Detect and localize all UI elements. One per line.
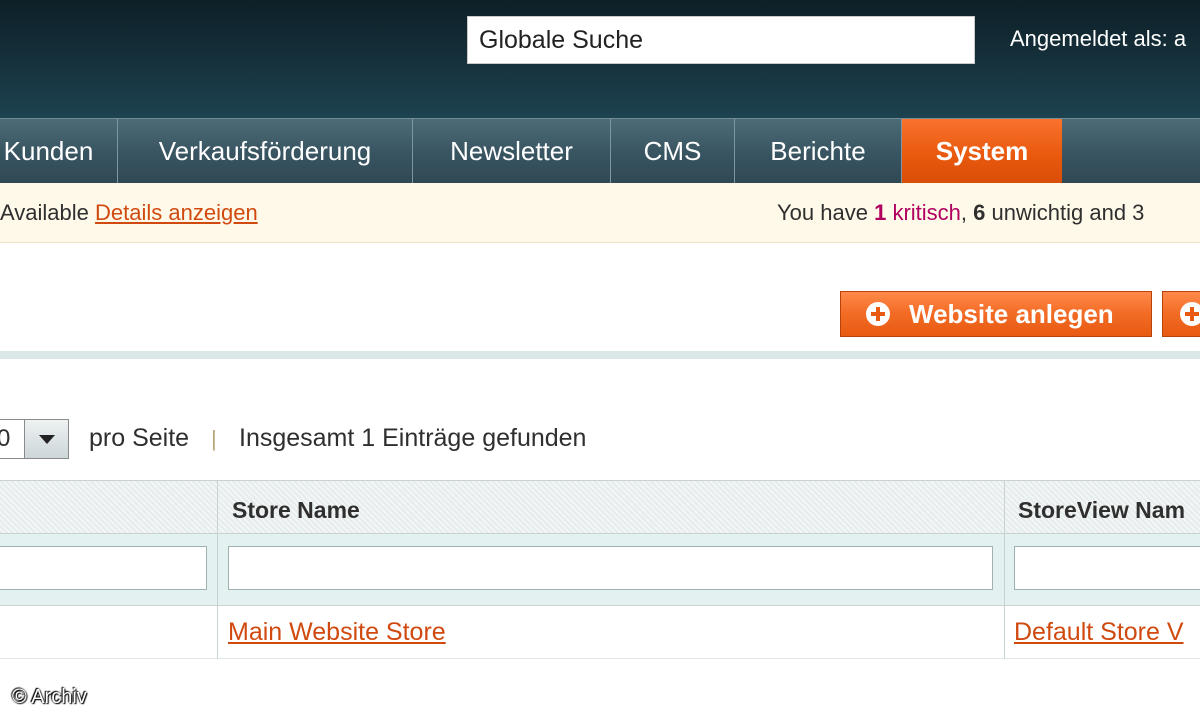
system-message-bar: Available Details anzeigen You have 1 kr… — [0, 183, 1200, 243]
storeview-name-filter-input[interactable] — [1014, 546, 1200, 590]
add-circle-icon — [866, 302, 890, 326]
archive-watermark: © Archiv — [12, 686, 87, 708]
nav-item-berichte[interactable]: Berichte — [735, 119, 902, 183]
chevron-down-icon[interactable] — [24, 420, 68, 458]
notice-prefix: You have — [777, 200, 868, 225]
per-page-select[interactable]: 0 — [0, 419, 69, 459]
add-circle-icon — [1180, 302, 1200, 326]
global-search-input[interactable]: Globale Suche — [467, 16, 975, 64]
notice-right: You have 1 kritisch, 6 unwichtig and 3 — [777, 200, 1144, 226]
critical-count: 1 — [874, 200, 887, 225]
column-divider — [217, 480, 218, 659]
storeview-name-link[interactable]: Default Store V — [1014, 618, 1184, 647]
nav-item-system[interactable]: System — [902, 119, 1062, 183]
nav-item-cms[interactable]: CMS — [611, 119, 735, 183]
nav-item-kunden[interactable]: Kunden — [0, 119, 118, 183]
notice-available-text: Available — [0, 200, 89, 225]
minor-count: 6 — [973, 200, 986, 225]
website-filter-input[interactable] — [0, 546, 207, 590]
content-divider — [0, 351, 1200, 359]
column-header-store-name[interactable]: Store Name — [232, 497, 360, 524]
column-header-storeview-name[interactable]: StoreView Nam — [1018, 497, 1185, 524]
column-divider — [1004, 480, 1005, 659]
notice-comma: , — [960, 200, 968, 225]
add-website-label: Website anlegen — [909, 299, 1114, 329]
nav-item-verkaufsfoerderung[interactable]: Verkaufsförderung — [118, 119, 413, 183]
add-store-button[interactable] — [1162, 291, 1200, 337]
critical-link[interactable]: kritisch — [892, 200, 960, 225]
per-page-value: 0 — [0, 425, 11, 452]
store-name-filter-input[interactable] — [228, 546, 993, 590]
pager-separator: | — [211, 426, 217, 451]
total-records-text: Insgesamt 1 Einträge gefunden — [239, 424, 587, 452]
add-website-button[interactable]: Website anlegen — [840, 291, 1152, 337]
grid-filter-row — [0, 534, 1200, 606]
details-link[interactable]: Details anzeigen — [95, 200, 258, 225]
table-row: Main Website Store Default Store V — [0, 606, 1200, 659]
logged-in-user-text: Angemeldet als: a — [1010, 26, 1187, 51]
per-page-label: pro Seite — [89, 424, 190, 452]
minor-link[interactable]: unwichtig and 3 — [992, 200, 1145, 225]
main-nav: Kunden Verkaufsförderung Newsletter CMS … — [0, 118, 1200, 183]
nav-item-newsletter[interactable]: Newsletter — [413, 119, 611, 183]
grid-header-row: Store Name StoreView Nam — [0, 480, 1200, 534]
notice-left: Available Details anzeigen — [0, 200, 258, 226]
header-bar: Globale Suche Angemeldet als: a — [0, 0, 1200, 118]
store-name-link[interactable]: Main Website Store — [228, 618, 446, 647]
